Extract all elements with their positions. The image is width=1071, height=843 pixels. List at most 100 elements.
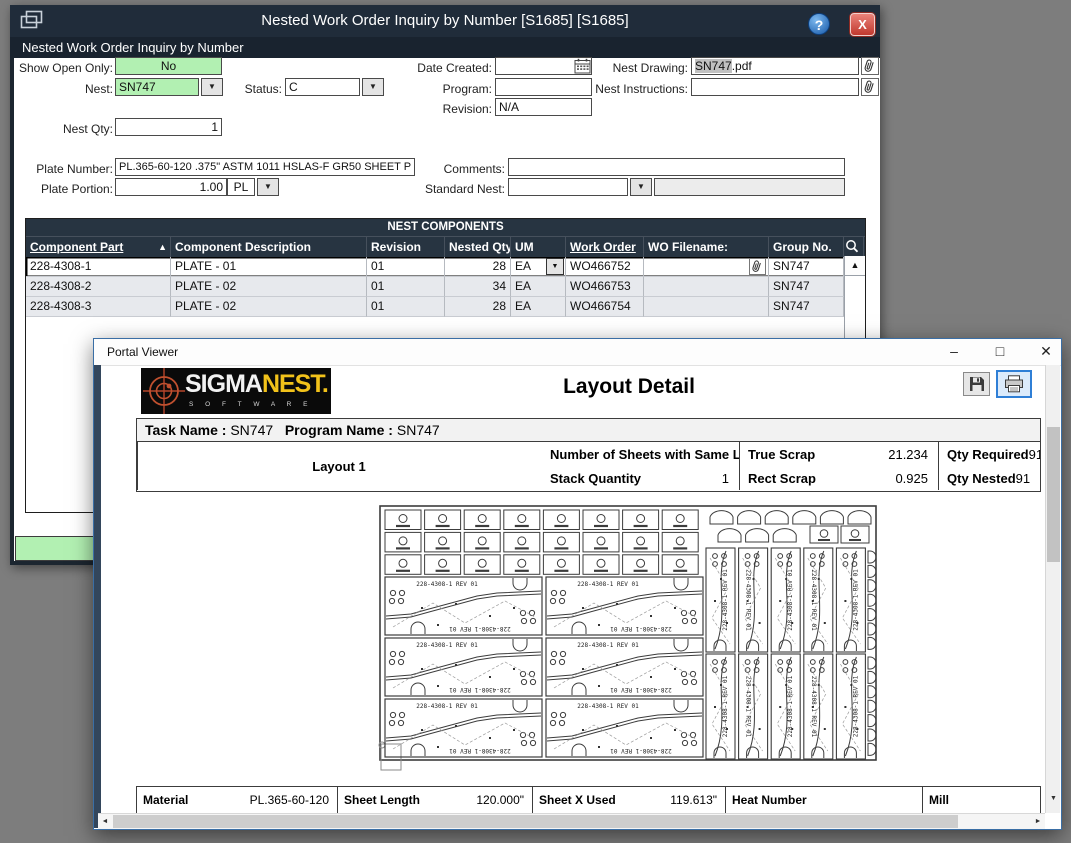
svg-text:228-4308-1 REV 01: 228-4308-1 REV 01 <box>577 642 639 649</box>
plate-number-field[interactable]: PL.365-60-120 .375" ASTM 1011 HSLAS-F GR… <box>115 158 415 176</box>
cell-revision[interactable]: 01 <box>367 277 445 297</box>
close-icon[interactable]: ✕ <box>1031 339 1061 365</box>
cell-nested-qty[interactable]: 34 <box>445 277 511 297</box>
table-row[interactable]: 228-4308-3 PLATE - 02 01 28 EA WO466754 … <box>26 297 865 317</box>
save-button[interactable] <box>963 372 990 396</box>
cell-component-part[interactable]: 228-4308-1 <box>26 257 171 277</box>
status-field[interactable]: C <box>285 78 360 96</box>
cell-wo-filename[interactable] <box>644 277 769 297</box>
show-open-only-label: Show Open Only: <box>10 59 113 77</box>
revision-label: Revision: <box>390 100 492 118</box>
svg-text:228-4308-1 REV 01: 228-4308-1 REV 01 <box>577 581 639 588</box>
show-open-only-field[interactable]: No <box>115 57 222 75</box>
cell-um[interactable]: EA <box>511 297 566 317</box>
cell-description[interactable]: PLATE - 01 <box>171 257 367 277</box>
maximize-icon[interactable]: □ <box>985 339 1015 365</box>
col-work-order[interactable]: Work Order <box>566 237 644 257</box>
svg-text:228-4308-1 REV 01: 228-4308-1 REV 01 <box>449 747 511 754</box>
cell-component-part[interactable]: 228-4308-3 <box>26 297 171 317</box>
chevron-down-icon: ▼ <box>264 182 272 191</box>
cell-group-no[interactable]: SN747 <box>769 297 844 317</box>
cell-um[interactable]: EA <box>511 277 566 297</box>
plate-portion-field[interactable]: 1.00 <box>115 178 227 196</box>
cell-work-order[interactable]: WO466752 <box>566 257 644 277</box>
save-icon <box>969 376 985 392</box>
close-button[interactable]: X <box>850 13 875 36</box>
status-dropdown-button[interactable]: ▼ <box>362 78 384 96</box>
cell-group-no[interactable]: SN747 <box>769 277 844 297</box>
standard-nest-field[interactable] <box>508 178 628 196</box>
scroll-up-icon[interactable]: ▲ <box>845 256 865 276</box>
help-button[interactable]: ? <box>808 13 830 35</box>
plate-portion-label: Plate Portion: <box>10 180 113 198</box>
nest-dropdown-button[interactable]: ▼ <box>201 78 223 96</box>
col-revision[interactable]: Revision <box>367 237 445 257</box>
brand-tagline: S O F T W A R E <box>189 401 313 408</box>
cell-revision[interactable]: 01 <box>367 257 445 277</box>
nest-instructions-attach-button[interactable] <box>861 78 879 96</box>
nest-drawing-attach-button[interactable] <box>861 57 879 75</box>
col-wo-filename[interactable]: WO Filename: <box>644 237 769 257</box>
col-component-part[interactable]: Component Part▲ <box>26 237 171 257</box>
nest-layout-drawing: 228-4308-1 REV 01 228-4308-1 REV 01 228-43… <box>378 504 880 772</box>
plate-portion-dropdown-button[interactable]: ▼ <box>257 178 279 196</box>
plate-portion-unit-field[interactable]: PL <box>227 178 255 196</box>
cell-work-order[interactable]: WO466753 <box>566 277 644 297</box>
calendar-icon[interactable] <box>574 58 591 74</box>
standard-nest-readonly-field <box>654 178 845 196</box>
horizontal-scrollbar[interactable]: ◄ ► <box>98 813 1045 829</box>
wo-filename-attach-button[interactable] <box>749 258 766 275</box>
vertical-scrollbar[interactable]: ▼ <box>1045 365 1060 813</box>
report-heading: Layout Detail <box>464 375 794 399</box>
nest-qty-field[interactable]: 1 <box>115 118 222 136</box>
col-nested-qty[interactable]: Nested Qty <box>445 237 511 257</box>
nest-instructions-field[interactable] <box>691 78 859 96</box>
horizontal-scroll-thumb[interactable] <box>113 815 958 828</box>
col-um[interactable]: UM <box>511 237 566 257</box>
plate-number-label: Plate Number: <box>10 160 113 178</box>
svg-text:228-4308-1 REV 01: 228-4308-1 REV 01 <box>416 581 478 588</box>
stat-stack-quantity: Stack Quantity1 <box>542 466 739 490</box>
table-title: NEST COMPONENTS <box>26 219 865 237</box>
cell-wo-filename[interactable] <box>644 297 769 317</box>
cell-nested-qty[interactable]: 28 <box>445 257 511 277</box>
table-row[interactable]: 228-4308-2 PLATE - 02 01 34 EA WO466753 … <box>26 277 865 297</box>
cell-group-no[interactable]: SN747 <box>769 257 844 277</box>
program-name-value: SN747 <box>397 422 440 438</box>
col-group-no[interactable]: Group No. <box>769 237 844 257</box>
standard-nest-dropdown-button[interactable]: ▼ <box>630 178 652 196</box>
nest-field[interactable]: SN747 <box>115 78 199 96</box>
standard-nest-label: Standard Nest: <box>390 180 505 198</box>
svg-text:228-4308-1 REV 01: 228-4308-1 REV 01 <box>610 625 672 632</box>
footer-mill: Mill <box>922 787 1040 813</box>
cell-description[interactable]: PLATE - 02 <box>171 297 367 317</box>
table-row[interactable]: 228-4308-1 PLATE - 01 01 28 EA▼ WO466752… <box>26 257 865 277</box>
col-component-description[interactable]: Component Description <box>171 237 367 257</box>
minimize-icon[interactable]: – <box>939 339 969 365</box>
um-dropdown-button[interactable]: ▼ <box>546 258 564 275</box>
svg-text:228-4308-1 REV 01: 228-4308-1 REV 01 <box>610 686 672 693</box>
stat-true-scrap: True Scrap21.234 <box>739 442 938 466</box>
nest-drawing-field[interactable]: SN747.pdf <box>691 57 859 75</box>
svg-text:228-4308-1 REV 01: 228-4308-1 REV 01 <box>449 625 511 632</box>
revision-field[interactable]: N/A <box>495 98 592 116</box>
cell-description[interactable]: PLATE - 02 <box>171 277 367 297</box>
cell-wo-filename[interactable] <box>644 257 769 277</box>
vertical-scroll-thumb[interactable] <box>1047 427 1060 562</box>
search-icon[interactable] <box>844 237 864 257</box>
cell-work-order[interactable]: WO466754 <box>566 297 644 317</box>
cell-component-part[interactable]: 228-4308-2 <box>26 277 171 297</box>
task-band: Task Name : SN747 Program Name : SN747 <box>137 419 1040 442</box>
target-icon <box>141 368 187 414</box>
cell-revision[interactable]: 01 <box>367 297 445 317</box>
cell-nested-qty[interactable]: 28 <box>445 297 511 317</box>
scroll-right-icon[interactable]: ► <box>1031 814 1045 829</box>
footer-material: MaterialPL.365-60-120 <box>137 787 337 813</box>
cell-um[interactable]: EA▼ <box>511 257 566 277</box>
stat-rect-scrap: Rect Scrap0.925 <box>739 466 938 490</box>
program-field[interactable] <box>495 78 592 96</box>
comments-field[interactable] <box>508 158 845 176</box>
scroll-left-icon[interactable]: ◄ <box>98 814 112 829</box>
print-button[interactable] <box>996 370 1032 398</box>
scroll-down-icon[interactable]: ▼ <box>1046 795 1061 802</box>
